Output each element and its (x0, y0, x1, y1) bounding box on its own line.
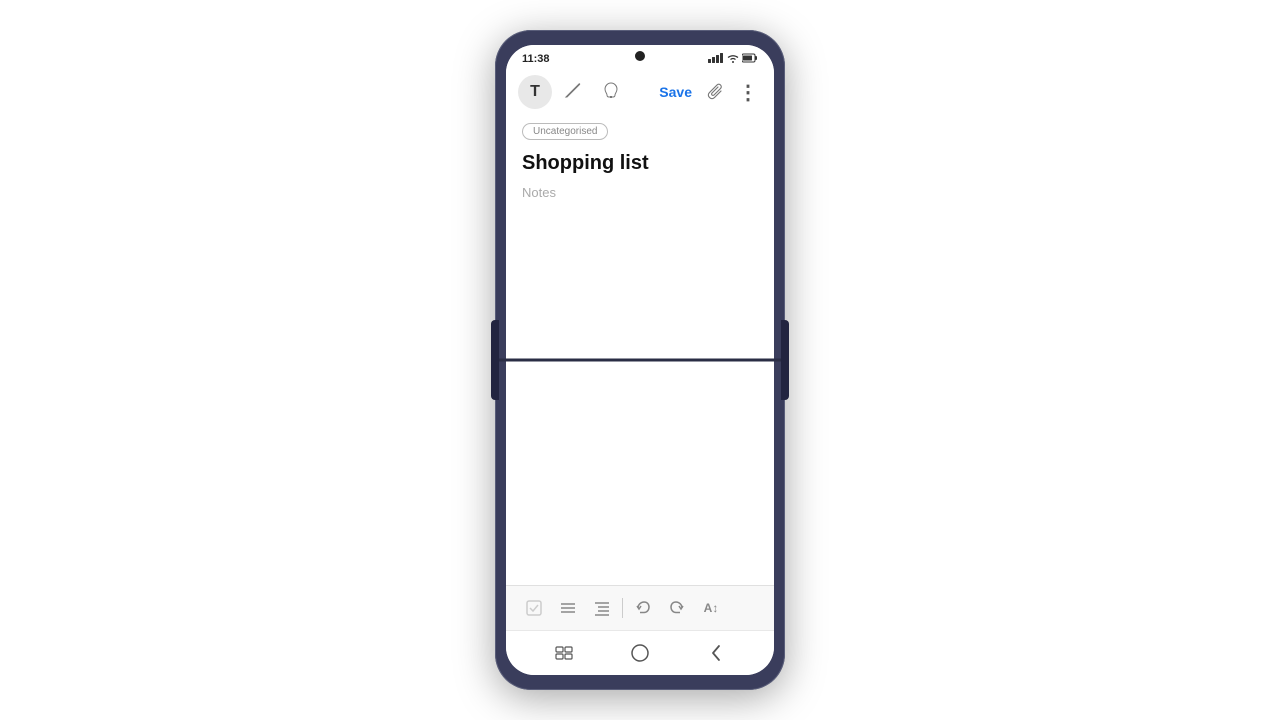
camera-notch (635, 51, 645, 61)
status-time: 11:38 (522, 53, 550, 65)
category-badge[interactable]: Uncategorised (522, 123, 608, 140)
phone-screen: 11:38 (506, 45, 774, 675)
indent-button[interactable] (586, 592, 618, 624)
list-button[interactable] (552, 592, 584, 624)
signal-icon (708, 53, 724, 65)
undo-button[interactable] (627, 592, 659, 624)
redo-button[interactable] (661, 592, 693, 624)
paint-tool-button[interactable] (594, 75, 628, 109)
format-bar: A↕ (506, 585, 774, 630)
pen-tool-icon (564, 81, 582, 103)
phone-device: 11:38 (495, 30, 785, 690)
checkbox-button[interactable] (518, 592, 550, 624)
content-area[interactable]: Uncategorised Shopping list Notes (506, 115, 774, 585)
pen-tool-button[interactable] (556, 75, 590, 109)
nav-bar (506, 630, 774, 675)
wifi-icon (727, 53, 739, 65)
toolbar: T Save (506, 69, 774, 115)
text-tool-button[interactable]: T (518, 75, 552, 109)
note-title[interactable]: Shopping list (522, 152, 758, 175)
hinge-left (491, 320, 499, 399)
text-tool-icon: T (530, 83, 540, 101)
battery-icon (742, 53, 758, 65)
recent-apps-button[interactable] (546, 639, 582, 667)
status-bar: 11:38 (506, 45, 774, 69)
more-options-button[interactable]: ⋮ (734, 78, 762, 106)
paint-tool-icon (602, 81, 620, 103)
home-button[interactable] (622, 639, 658, 667)
note-body-area[interactable] (522, 208, 758, 577)
hinge-right (781, 320, 789, 399)
format-divider-1 (622, 598, 623, 618)
attach-button[interactable] (702, 78, 730, 106)
save-button[interactable]: Save (653, 80, 698, 104)
text-size-button[interactable]: A↕ (695, 592, 727, 624)
back-button[interactable] (698, 639, 734, 667)
notes-placeholder: Notes (522, 185, 758, 200)
status-icons (708, 53, 758, 65)
